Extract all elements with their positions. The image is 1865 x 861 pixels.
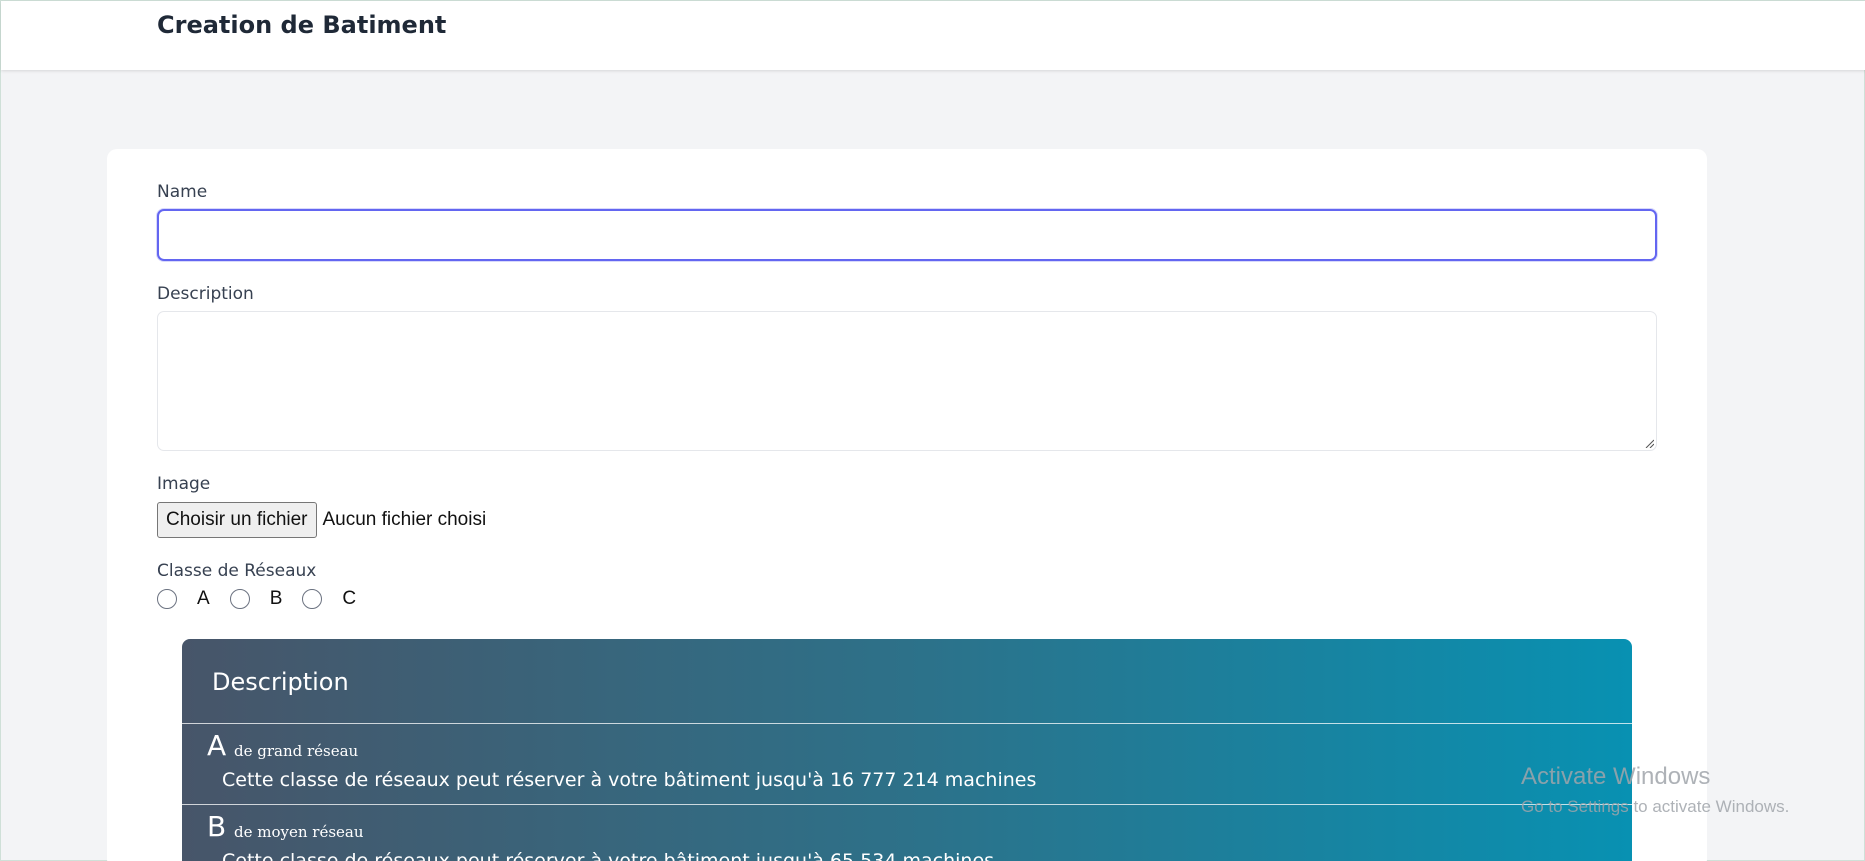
radio-class-b[interactable] (229, 589, 250, 609)
resize-grip-icon[interactable] (1644, 438, 1654, 448)
radio-class-a[interactable] (157, 589, 177, 609)
windows-activation-watermark-subtitle: Go to Settings to activate Windows. (1521, 797, 1790, 816)
file-status-text: Aucun fichier choisi (322, 509, 487, 530)
name-input[interactable] (157, 209, 1657, 261)
file-picker: Choisir un fichier Aucun fichier choisi (157, 501, 486, 539)
radio-class-c[interactable] (302, 589, 323, 609)
image-label: Image (157, 474, 211, 494)
class-a-letter: A (207, 729, 227, 762)
radio-label-c: C (342, 588, 357, 609)
class-a-subtitle: de grand réseau (234, 742, 359, 760)
class-a-description: Cette classe de réseaux peut réserver à … (222, 769, 1037, 791)
description-label: Description (157, 284, 254, 304)
choose-file-button[interactable]: Choisir un fichier (157, 502, 317, 538)
radio-label-a: A (197, 588, 210, 609)
divider (182, 723, 1632, 724)
windows-activation-watermark-title: Activate Windows (1521, 763, 1711, 790)
name-label: Name (157, 182, 208, 202)
divider (182, 804, 1632, 805)
radio-label-b: B (269, 588, 283, 609)
class-b-subtitle: de moyen réseau (234, 823, 364, 841)
top-header-bar: Creation de Batiment (1, 1, 1865, 70)
page-title: Creation de Batiment (157, 11, 447, 39)
class-b-description: Cette classe de réseaux peut réserver à … (222, 850, 995, 861)
class-description-panel: Description A de grand réseau Cette clas… (182, 639, 1632, 861)
class-b-letter: B (207, 810, 227, 843)
network-class-label: Classe de Réseaux (157, 561, 317, 581)
network-class-radio-group: A B C (157, 587, 376, 611)
panel-title: Description (212, 668, 349, 696)
description-textarea[interactable] (157, 311, 1657, 451)
